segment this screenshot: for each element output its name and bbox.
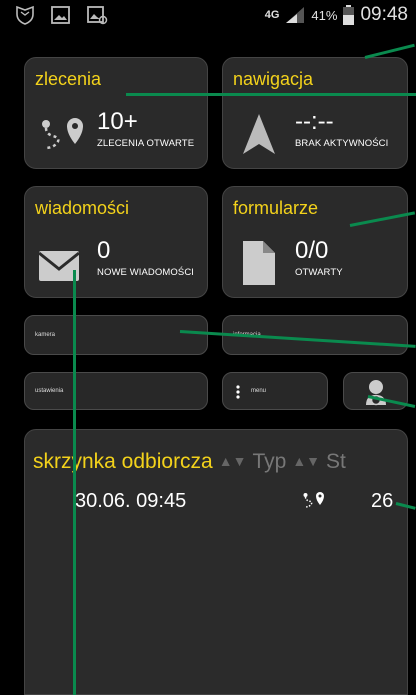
settings-button[interactable]: ustawienia	[24, 372, 208, 410]
sort-icon[interactable]: ▲▼	[219, 453, 247, 469]
navigation-tile[interactable]: nawigacja --:-- BRAK AKTYWNOŚCI	[222, 57, 408, 169]
image-settings-icon	[87, 6, 108, 25]
messages-title: wiadomości	[35, 198, 130, 218]
image-icon	[51, 6, 70, 24]
document-icon	[243, 241, 275, 285]
messages-caption: NOWE WIADOMOŚCI	[97, 267, 195, 278]
messages-count: 0	[97, 237, 111, 264]
status-bar: 4G 41% 09:48	[0, 0, 416, 30]
inbox-row[interactable]: 30.06. 09:45 26	[25, 480, 407, 520]
envelope-icon	[38, 251, 80, 281]
inbox-panel: skrzynka odbiorcza ▲▼ Typ ▲▼ St 30.06. 09:45…	[24, 429, 408, 695]
forms-count: 0/0	[295, 237, 329, 264]
orders-title: zlecenia	[35, 69, 102, 89]
navigation-title: nawigacja	[233, 69, 314, 89]
inbox-title[interactable]: skrzynka odbiorcza	[33, 450, 213, 473]
column-type[interactable]: Typ	[252, 450, 286, 473]
more-vert-icon	[236, 385, 240, 399]
signal-icon	[286, 7, 305, 23]
network-type: 4G	[264, 9, 280, 21]
orders-tile[interactable]: zlecenia 10+ ZLECENIA OTWARTE	[24, 57, 208, 169]
battery-icon	[343, 5, 355, 25]
navigation-eta: --:--	[295, 108, 334, 135]
orders-caption: ZLECENIA OTWARTE	[97, 138, 195, 149]
route-pin-icon	[303, 492, 324, 508]
annotation-line	[126, 93, 416, 96]
battery-percent: 41%	[311, 7, 338, 23]
forms-caption: OTWARTY	[295, 267, 343, 278]
settings-label: ustawienia	[35, 388, 64, 394]
clock: 09:48	[360, 4, 408, 25]
sort-icon[interactable]: ▲▼	[292, 453, 320, 469]
inbox-row-status: 26	[371, 490, 394, 512]
forms-title: formularze	[233, 198, 319, 218]
driver-avatar-icon	[366, 380, 386, 406]
shield-icon	[16, 5, 34, 25]
navigation-caption: BRAK AKTYWNOŚCI	[295, 138, 389, 149]
navigation-arrow-icon	[243, 114, 275, 154]
menu-button[interactable]: menu	[222, 372, 328, 410]
orders-count: 10+	[97, 108, 138, 135]
column-status[interactable]: St	[326, 450, 346, 473]
camera-button[interactable]: kamera	[24, 315, 208, 355]
forms-tile[interactable]: formularze 0/0 OTWARTY	[222, 186, 408, 298]
inbox-row-date: 30.06. 09:45	[75, 490, 187, 512]
inbox-header: skrzynka odbiorcza ▲▼ Typ ▲▼ St	[33, 450, 346, 474]
annotation-line	[73, 270, 76, 695]
messages-tile[interactable]: wiadomości 0 NOWE WIADOMOŚCI	[24, 186, 208, 298]
route-pin-icon	[42, 118, 83, 150]
camera-label: kamera	[35, 332, 56, 338]
menu-label: menu	[251, 388, 267, 394]
